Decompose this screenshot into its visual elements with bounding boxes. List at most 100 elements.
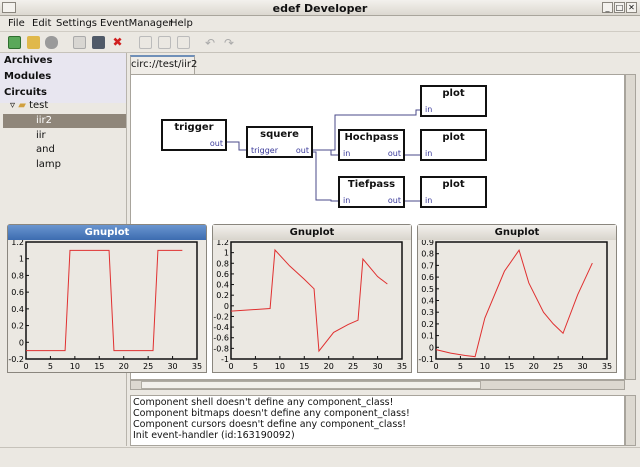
open-icon[interactable] (27, 36, 40, 49)
y-tick-label: -0.6 (213, 334, 229, 343)
y-tick-label: 0 (429, 343, 434, 352)
cut-icon[interactable] (158, 36, 171, 49)
x-tick-label: 15 (504, 362, 514, 371)
tree-item-iir[interactable]: iir (36, 129, 46, 143)
log-scrollbar[interactable] (625, 395, 636, 446)
tree-item-iir2[interactable]: iir2 (3, 114, 126, 128)
new-icon[interactable] (8, 36, 21, 49)
block-title: squere (260, 129, 299, 140)
port-in[interactable]: in (343, 196, 350, 205)
y-tick-label: 0.8 (11, 271, 24, 280)
series-line (26, 249, 183, 352)
y-tick-label: -0.8 (213, 344, 229, 353)
block-plot[interactable]: plot in (420, 176, 487, 208)
block-title: trigger (174, 122, 214, 133)
plot-frame (230, 241, 403, 360)
wire (313, 149, 338, 156)
paste-icon[interactable] (177, 36, 190, 49)
y-tick-label: 0.1 (421, 332, 434, 341)
copy-icon[interactable] (139, 36, 152, 49)
x-tick-label: 15 (299, 362, 309, 371)
item-label: lamp (36, 159, 61, 170)
port-in[interactable]: in (425, 196, 432, 205)
tab-circuit[interactable]: circ://test/iir2 (130, 55, 197, 74)
y-tick-label: -0.4 (213, 323, 229, 332)
gnuplot-window-3[interactable]: Gnuplot 0 5 10 15 20 25 30 35 -0.1 0 0.1 0.2 0.3 0.4 0.… (417, 224, 617, 373)
menu-edit[interactable]: Edit (32, 18, 51, 29)
x-tick-label: 0 (23, 362, 28, 371)
x-tick-label: 5 (48, 362, 53, 371)
item-label: and (36, 144, 55, 155)
scroll-thumb[interactable] (141, 381, 481, 389)
tree-item-lamp[interactable]: lamp (36, 158, 61, 172)
status-bar (0, 447, 640, 467)
y-tick-label: 0.6 (421, 273, 434, 282)
series-line (230, 248, 388, 353)
tree-item-and[interactable]: and (36, 143, 55, 157)
vertical-scrollbar[interactable] (625, 74, 636, 380)
y-tick-label: 0.9 (421, 240, 434, 247)
plot-1: 0 5 10 15 20 25 30 35-0.200.20.40.60.811.2 (8, 240, 202, 371)
delete-icon[interactable] (45, 36, 58, 49)
y-tick-label: 0.5 (421, 285, 434, 294)
y-tick-label: -0.2 (213, 312, 229, 321)
tree-folder-test[interactable]: ▿ ▰ test (10, 99, 48, 113)
x-tick-label: 15 (94, 362, 104, 371)
window-menu-icon[interactable] (2, 2, 16, 13)
y-tick-label: 0.2 (11, 322, 24, 331)
log-output: Component shell doesn't define any compo… (130, 395, 625, 446)
port-out[interactable]: out (388, 196, 401, 205)
minimize-button[interactable]: _ (602, 2, 613, 13)
port-in[interactable]: in (425, 105, 432, 114)
y-tick-label: -1 (221, 355, 229, 364)
redo-icon[interactable]: ↷ (224, 36, 237, 50)
menu-settings[interactable]: Settings (56, 18, 97, 29)
port-out[interactable]: out (210, 139, 223, 148)
menu-file[interactable]: File (8, 18, 25, 29)
block-plot[interactable]: plot in (420, 85, 487, 117)
menu-help[interactable]: Help (170, 18, 193, 29)
x-tick-label: 30 (372, 362, 382, 371)
gnuplot-window-2[interactable]: Gnuplot 0 5 10 15 20 25 30 35 -1 -0.8 -0.6 -0.4 -0.2 0… (212, 224, 412, 373)
menu-eventmanager[interactable]: EventManager (100, 18, 172, 29)
port-in[interactable]: trigger (251, 146, 278, 155)
port-out[interactable]: out (388, 149, 401, 158)
block-plot[interactable]: plot in (420, 129, 487, 161)
block-hochpass[interactable]: Hochpass in out (338, 129, 405, 161)
gnuplot-window-1[interactable]: Gnuplot 0 5 10 15 20 25 30 35 -0.2 0 0.2 0.4 0.6 0.8 1 1… (7, 224, 207, 373)
x-tick-label: 35 (192, 362, 202, 371)
y-tick-label: 0.8 (216, 259, 229, 268)
y-tick-label: -0.1 (418, 355, 434, 364)
port-in[interactable]: in (343, 149, 350, 158)
maximize-button[interactable]: □ (614, 2, 625, 13)
save-icon[interactable] (73, 36, 86, 49)
x-tick-label: 30 (167, 362, 177, 371)
x-tick-label: 30 (577, 362, 587, 371)
block-tiefpass[interactable]: Tiefpass in out (338, 176, 405, 208)
plot-2: 0 5 10 15 20 25 30 35-1-0.8-0.6-0.4-0.200.20.40… (213, 240, 407, 371)
x-tick-label: 25 (143, 362, 153, 371)
block-trigger[interactable]: trigger out (161, 119, 227, 151)
folder-label: test (29, 100, 49, 111)
horizontal-scrollbar[interactable] (130, 380, 625, 390)
window-title: edef Developer (272, 2, 368, 15)
save-as-icon[interactable] (92, 36, 105, 49)
expander-icon[interactable]: ▿ (10, 100, 15, 111)
block-title: plot (442, 179, 465, 190)
gnuplot-title: Gnuplot (8, 225, 206, 240)
close-icon[interactable]: ✖ (111, 36, 124, 49)
undo-icon[interactable]: ↶ (205, 36, 218, 50)
port-out[interactable]: out (296, 146, 309, 155)
x-tick-label: 10 (70, 362, 80, 371)
block-squere[interactable]: squere trigger out (246, 126, 313, 158)
folder-icon: ▰ (18, 100, 26, 111)
port-in[interactable]: in (425, 149, 432, 158)
close-button[interactable]: ✕ (626, 2, 637, 13)
y-tick-label: 0 (224, 302, 229, 311)
y-tick-label: 1.2 (216, 240, 229, 247)
x-tick-label: 25 (348, 362, 358, 371)
gnuplot-title: Gnuplot (213, 225, 411, 240)
series-line (435, 249, 593, 358)
y-tick-label: 0.2 (421, 320, 434, 329)
y-tick-label: 1 (224, 249, 229, 258)
